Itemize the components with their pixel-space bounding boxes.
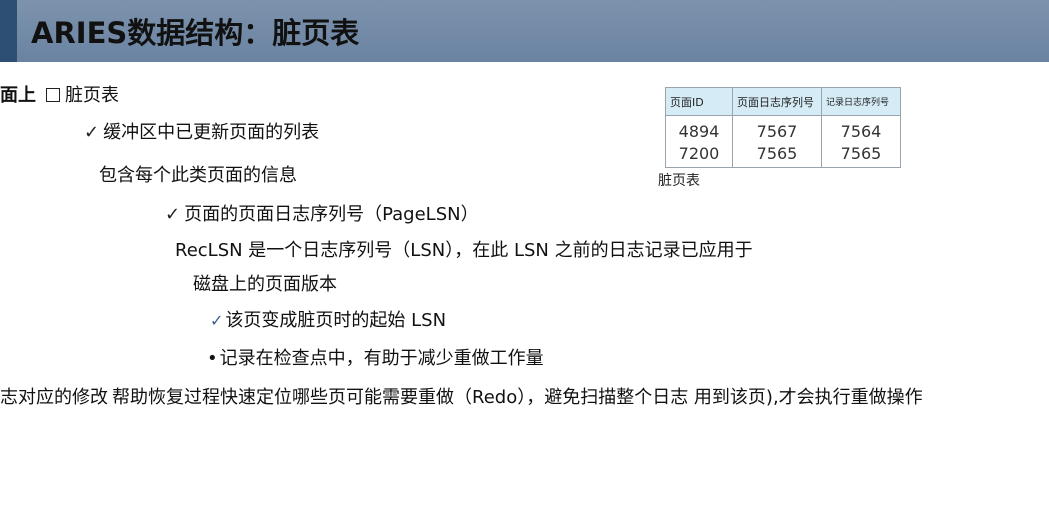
reclsn-line-1-text: RecLSN 是一个日志序列号（LSN），在此 LSN 之前的日志记录已应用于 — [175, 240, 753, 261]
check-icon: ✓ — [165, 204, 181, 225]
header-rec-lsn: 记录日志序列号 — [821, 87, 901, 116]
table-cell: 4894 — [665, 115, 733, 142]
bullet-checkpoint: • 记录在检查点中，有助于减少重做工作量 — [207, 347, 544, 371]
bullet-buffer-list: ✓ 缓冲区中已更新页面的列表 — [84, 121, 319, 145]
dirty-page-table: 页面ID 页面日志序列号 记录日志序列号 4894 7567 7564 7200… — [665, 87, 901, 168]
bottom-line-b-text: 帮助恢复过程快速定位哪些页可能需要重做（Redo），避免扫描整个日志 用到该页)… — [112, 387, 923, 408]
bullet-buffer-list-text: 缓冲区中已更新页面的列表 — [103, 122, 320, 143]
check-icon: ✓ — [210, 311, 224, 330]
bottom-line-b: 帮助恢复过程快速定位哪些页可能需要重做（Redo），避免扫描整个日志 用到该页)… — [112, 386, 923, 410]
dot-bullet-icon: • — [207, 348, 218, 369]
bullet-pagelsn: ✓ 页面的页面日志序列号（PageLSN） — [165, 203, 479, 227]
reclsn-line-2-text: 磁盘上的页面版本 — [193, 274, 337, 295]
slide-title: ARIES数据结构：脏页表 — [31, 16, 360, 50]
title-banner: ARIES数据结构：脏页表 — [0, 0, 1049, 62]
bottom-line-a: 志对应的修改 — [0, 386, 108, 410]
banner-accent-bar — [0, 0, 17, 62]
intro-label: 脏页表 — [65, 85, 119, 106]
intro-prefix: 面上 — [0, 85, 36, 106]
square-bullet-icon — [46, 88, 60, 102]
table-cell: 7200 — [665, 142, 733, 168]
table-header-row: 页面ID 页面日志序列号 记录日志序列号 — [665, 87, 901, 116]
intro-line: 面上 脏页表 — [0, 84, 119, 108]
bullet-dirty-start-text: 该页变成脏页时的起始 LSN — [225, 310, 447, 331]
bullet-pagelsn-text: 页面的页面日志序列号（PageLSN） — [184, 204, 479, 225]
table-cell: 7565 — [821, 142, 901, 168]
bullet-contains: 包含每个此类页面的信息 — [99, 164, 297, 188]
table-cell: 7565 — [732, 142, 822, 168]
header-page-id: 页面ID — [665, 87, 733, 116]
bullet-contains-text: 包含每个此类页面的信息 — [99, 165, 297, 186]
table-cell: 7567 — [732, 115, 822, 142]
table-caption: 脏页表 — [658, 173, 700, 189]
table-row: 7200 7565 7565 — [665, 142, 901, 168]
reclsn-line-2: 磁盘上的页面版本 — [193, 273, 337, 297]
table-row: 4894 7567 7564 — [665, 115, 901, 142]
table-cell: 7564 — [821, 115, 901, 142]
check-icon: ✓ — [84, 122, 100, 143]
bullet-checkpoint-text: 记录在检查点中，有助于减少重做工作量 — [219, 348, 544, 369]
bullet-dirty-start: ✓ 该页变成脏页时的起始 LSN — [210, 309, 446, 333]
header-page-lsn: 页面日志序列号 — [732, 87, 822, 116]
reclsn-line-1: RecLSN 是一个日志序列号（LSN），在此 LSN 之前的日志记录已应用于 — [175, 239, 753, 263]
bottom-line-a-text: 志对应的修改 — [0, 387, 108, 408]
